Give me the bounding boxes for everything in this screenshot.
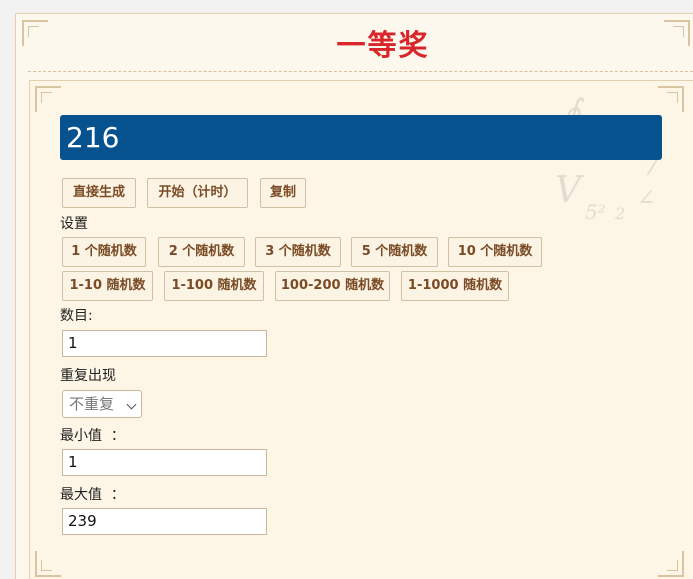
corner-ornament [658,551,684,577]
corner-ornament [35,86,61,112]
preset-range-1-100-button[interactable]: 1-100 随机数 [164,271,264,301]
random-number-page: 一等奖 ∮ 5 7 V 5² 2 ∠ 216 直接生成 开始（计时） 复制 设置… [0,0,693,579]
preset-range-1-1000-button[interactable]: 1-1000 随机数 [401,271,509,301]
max-input[interactable]: 239 [62,508,267,535]
count-input[interactable]: 1 [62,330,267,357]
result-display: 216 [60,115,662,160]
min-input[interactable]: 1 [62,449,267,476]
preset-1-number-button[interactable]: 1 个随机数 [62,237,146,267]
preset-3-numbers-button[interactable]: 3 个随机数 [255,237,341,267]
preset-range-1-10-button[interactable]: 1-10 随机数 [62,271,153,301]
preset-2-numbers-button[interactable]: 2 个随机数 [158,237,245,267]
min-label: 最小值 ： [60,428,125,444]
chevron-down-icon [126,399,137,410]
count-label: 数目: [60,308,93,324]
preset-range-100-200-button[interactable]: 100-200 随机数 [275,271,390,301]
preset-5-numbers-button[interactable]: 5 个随机数 [351,237,438,267]
preset-10-numbers-button[interactable]: 10 个随机数 [448,237,542,267]
copy-button[interactable]: 复制 [260,178,306,208]
corner-ornament [658,86,684,112]
repeat-label: 重复出现 [60,368,116,384]
max-label: 最大值 ： [60,487,125,503]
corner-ornament [35,551,61,577]
settings-heading: 设置 [60,216,88,232]
title-divider [28,71,693,72]
repeat-select[interactable]: 不重复 [62,390,142,418]
page-title: 一等奖 [336,28,430,62]
generate-button[interactable]: 直接生成 [62,178,136,208]
repeat-selected-value: 不重复 [69,395,115,413]
start-timer-button[interactable]: 开始（计时） [147,178,248,208]
